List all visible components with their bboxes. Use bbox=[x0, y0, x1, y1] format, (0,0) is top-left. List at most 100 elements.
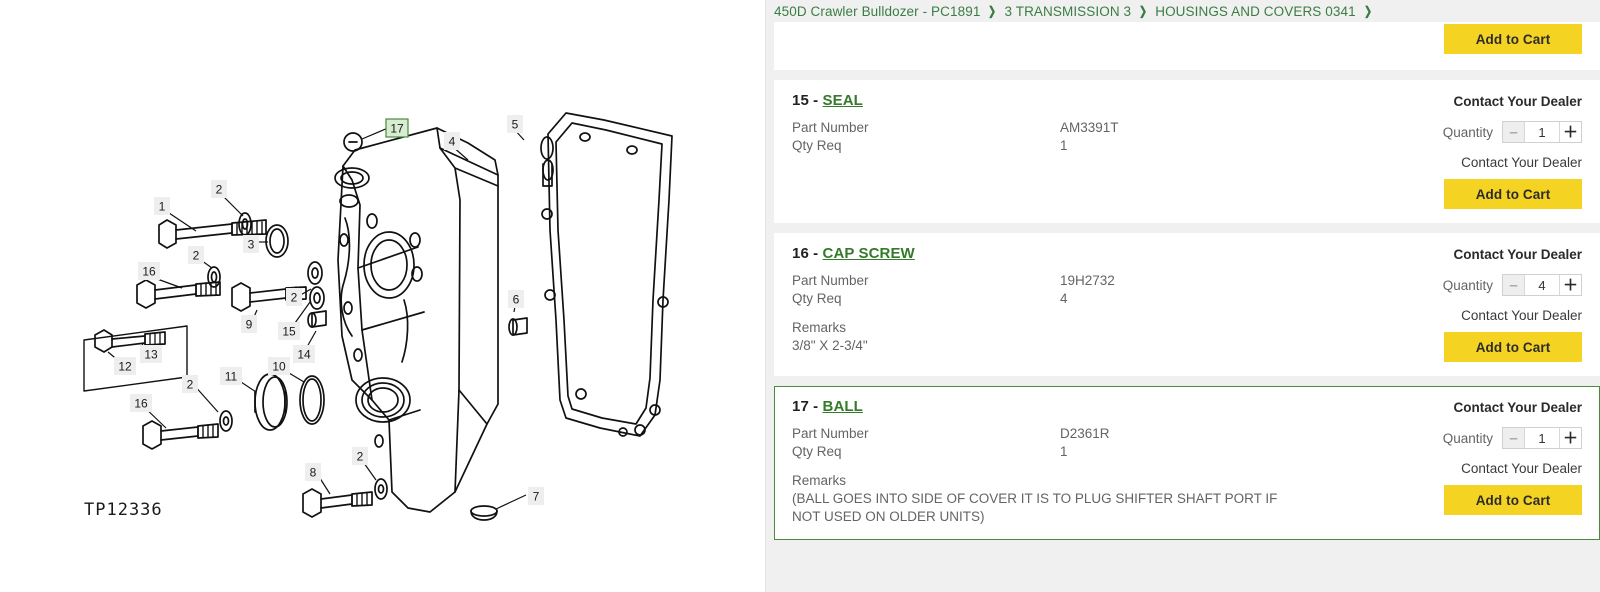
add-to-cart-button[interactable]: Add to Cart bbox=[1444, 24, 1582, 54]
callout-label: 13 bbox=[144, 348, 158, 362]
quantity-value[interactable]: 1 bbox=[1525, 122, 1559, 142]
add-to-cart-button[interactable]: Add to Cart bbox=[1444, 332, 1582, 362]
quantity-stepper[interactable]: –4 ＋ bbox=[1502, 274, 1582, 296]
dealer-notice-top: Contact Your Dealer bbox=[1453, 94, 1582, 109]
qty-req-value: 1 bbox=[1060, 138, 1068, 153]
callout-label: 2 bbox=[193, 249, 200, 263]
qty-req-value: 1 bbox=[1060, 444, 1068, 459]
part-name-link[interactable]: BALL bbox=[823, 398, 863, 415]
diagram-callout-4[interactable]: 4 bbox=[444, 132, 460, 150]
diagram-callout-11[interactable]: 11 bbox=[220, 367, 242, 385]
diagram-callout-16[interactable]: 16 bbox=[138, 262, 160, 280]
callout-layer: 17 5421316229 1514612131110216827 bbox=[114, 115, 544, 505]
part-number-label: Part Number bbox=[792, 273, 869, 288]
diagram-callout-12[interactable]: 12 bbox=[114, 357, 136, 375]
diagram-callout-2[interactable]: 2 bbox=[286, 288, 302, 306]
part-callout-number: 15 - bbox=[792, 92, 823, 109]
callout-label: 2 bbox=[291, 291, 298, 305]
part-card-content: 16 - CAP SCREW Part Number 19H2732 Qty Req 4… bbox=[792, 245, 1582, 362]
remarks-label: Remarks bbox=[792, 473, 847, 488]
callout-label: 2 bbox=[187, 378, 194, 392]
breadcrumb-chevron-icon: ❯ bbox=[1139, 4, 1148, 18]
callout-label: 3 bbox=[248, 238, 255, 252]
quantity-increment-button[interactable]: ＋ bbox=[1559, 428, 1581, 448]
quantity-decrement-button[interactable]: – bbox=[1503, 428, 1525, 448]
qty-req-label: Qty Req bbox=[792, 444, 842, 459]
part-callout-number: 16 - bbox=[792, 245, 823, 262]
part-number-label: Part Number bbox=[792, 120, 869, 135]
part-details: 15 - SEAL Part Number AM3391T Qty Req 1 bbox=[792, 92, 1372, 155]
diagram-callout-6[interactable]: 6 bbox=[508, 290, 524, 308]
part-card-content: 15 - SEAL Part Number AM3391T Qty Req 1 Conta… bbox=[792, 92, 1582, 209]
part-number-value: 19H2732 bbox=[1060, 273, 1115, 288]
part-number-row: Part Number D2361R bbox=[792, 425, 1372, 443]
diagram-callout-2[interactable]: 2 bbox=[352, 447, 368, 465]
part-name-link[interactable]: CAP SCREW bbox=[823, 245, 915, 262]
breadcrumb-item-1[interactable]: 450D Crawler Bulldozer - PC1891 bbox=[774, 4, 980, 19]
qty-req-row: Qty Req 1 bbox=[792, 443, 1372, 461]
qty-req-row: Qty Req 1 bbox=[792, 137, 1372, 155]
breadcrumb-chevron-icon: ❯ bbox=[1363, 4, 1372, 18]
dealer-notice-bottom: Contact Your Dealer bbox=[1461, 155, 1582, 170]
remarks-value: 3/8" X 2-3/4" bbox=[792, 338, 868, 353]
diagram-callout-1[interactable]: 1 bbox=[154, 197, 170, 215]
quantity-value[interactable]: 4 bbox=[1525, 275, 1559, 295]
diagram-callout-14[interactable]: 14 bbox=[293, 345, 315, 363]
callout-label: 2 bbox=[216, 183, 223, 197]
diagram-callout-2[interactable]: 2 bbox=[182, 375, 198, 393]
breadcrumb-item-3[interactable]: HOUSINGS AND COVERS 0341 bbox=[1155, 4, 1355, 19]
diagram-callout-17[interactable]: 17 bbox=[385, 118, 409, 138]
add-to-cart-button[interactable]: Add to Cart bbox=[1444, 485, 1582, 515]
part-number-row: Part Number 19H2732 bbox=[792, 272, 1372, 290]
breadcrumb-item-2[interactable]: 3 TRANSMISSION 3 bbox=[1005, 4, 1132, 19]
diagram-callout-9[interactable]: 9 bbox=[241, 315, 257, 333]
part-name-link[interactable]: SEAL bbox=[823, 92, 863, 109]
add-to-cart-button[interactable]: Add to Cart bbox=[1444, 179, 1582, 209]
diagram-callout-2[interactable]: 2 bbox=[211, 180, 227, 198]
callout-label: 1 bbox=[159, 200, 166, 214]
diagram-callout-7[interactable]: 7 bbox=[528, 487, 544, 505]
diagram-callout-15[interactable]: 15 bbox=[278, 322, 300, 340]
diagram-callout-10[interactable]: 10 bbox=[268, 357, 290, 375]
part-actions: Contact Your Dealer Quantity –1 ＋ Contact Yo… bbox=[1372, 92, 1582, 209]
qty-req-label: Qty Req bbox=[792, 138, 842, 153]
diagram-callout-3[interactable]: 3 bbox=[243, 235, 259, 253]
part-title: 15 - SEAL bbox=[792, 92, 1372, 109]
diagram-callout-13[interactable]: 13 bbox=[140, 345, 162, 363]
parts-list-pane: 450D Crawler Bulldozer - PC1891 ❯ 3 TRANSM… bbox=[766, 0, 1600, 592]
qty-req-value: 4 bbox=[1060, 291, 1068, 306]
quantity-stepper[interactable]: –1 ＋ bbox=[1502, 121, 1582, 143]
diagram-callout-2[interactable]: 2 bbox=[188, 246, 204, 264]
quantity-decrement-button[interactable]: – bbox=[1503, 275, 1525, 295]
diagram-callout-16[interactable]: 16 bbox=[130, 394, 152, 412]
callout-label: 5 bbox=[512, 118, 519, 132]
quantity-control: Quantity –1 ＋ bbox=[1443, 427, 1582, 449]
quantity-label: Quantity bbox=[1442, 277, 1493, 293]
part-details: 16 - CAP SCREW Part Number 19H2732 Qty Req 4… bbox=[792, 245, 1372, 355]
callout-label: 15 bbox=[282, 325, 296, 339]
callout-label: 4 bbox=[449, 135, 456, 149]
quantity-decrement-button[interactable]: – bbox=[1503, 122, 1525, 142]
quantity-control: Quantity –4 ＋ bbox=[1443, 274, 1582, 296]
diagram-callout-5[interactable]: 5 bbox=[507, 115, 523, 133]
part-actions: Add to Cart bbox=[1372, 22, 1582, 54]
part-title: 17 - BALL bbox=[792, 398, 1372, 415]
dealer-notice-top: Contact Your Dealer bbox=[1453, 400, 1582, 415]
quantity-value[interactable]: 1 bbox=[1525, 428, 1559, 448]
parts-card-list: Add to Cart 15 - SEAL Part Number AM3391T Qt… bbox=[774, 22, 1600, 592]
quantity-increment-button[interactable]: ＋ bbox=[1559, 122, 1581, 142]
part-number-row: Part Number AM3391T bbox=[792, 119, 1372, 137]
diagram-figure-code: TP12336 bbox=[84, 500, 163, 520]
qty-req-row: Qty Req 4 bbox=[792, 290, 1372, 308]
callout-label: 11 bbox=[225, 370, 238, 384]
exploded-parts-diagram[interactable]: 17 5 4 2 1 3 16 2 2 9 15 14 6 12 13 11 10 2 16 8 2 7 TP12336 bbox=[0, 0, 766, 592]
part-card-content: Add to Cart bbox=[792, 22, 1582, 54]
quantity-increment-button[interactable]: ＋ bbox=[1559, 275, 1581, 295]
part-card: Add to Cart bbox=[774, 22, 1600, 70]
quantity-stepper[interactable]: –1 ＋ bbox=[1502, 427, 1582, 449]
part-card: 15 - SEAL Part Number AM3391T Qty Req 1 Conta… bbox=[774, 80, 1600, 223]
callout-label: 8 bbox=[310, 466, 317, 480]
diagram-callout-8[interactable]: 8 bbox=[305, 463, 321, 481]
part-callout-number: 17 - bbox=[792, 398, 823, 415]
dealer-notice-bottom: Contact Your Dealer bbox=[1461, 308, 1582, 323]
